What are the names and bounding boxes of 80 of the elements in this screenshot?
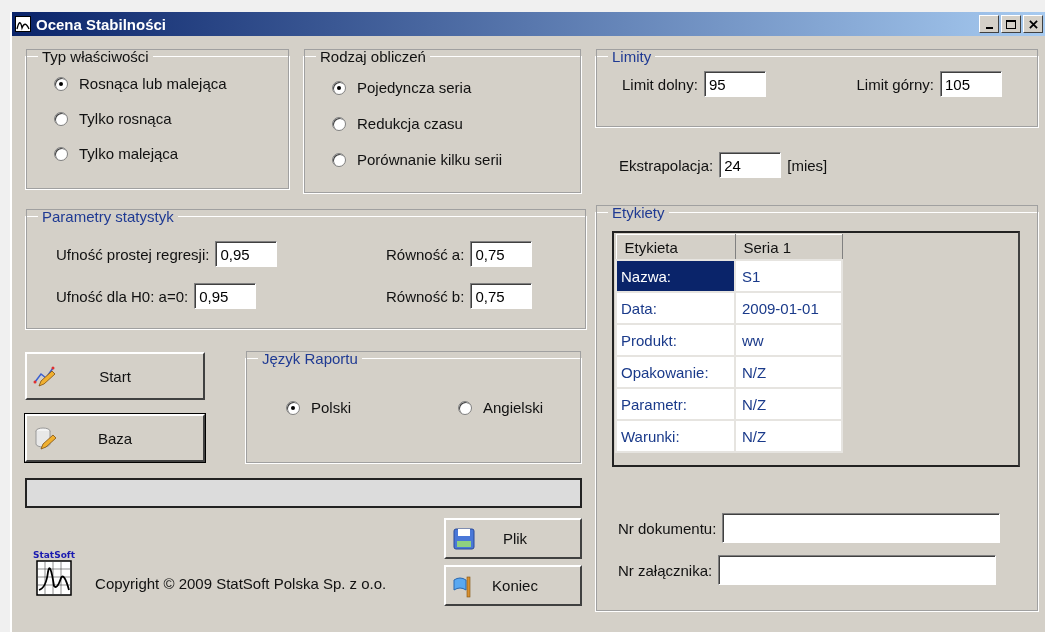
close-icon [1028,19,1038,29]
input-field[interactable]: 0,75 [470,241,533,267]
field-label: Równość b: [386,287,465,305]
radio-button[interactable] [54,76,68,91]
radio-option[interactable]: Redukcja czasu [332,115,581,132]
radio-label: Redukcja czasu [357,115,463,132]
field-label: Nr załącznika: [618,561,713,579]
radio-button[interactable] [54,111,68,126]
action-button[interactable]: Koniec [444,565,582,606]
column-header[interactable]: Etykieta [616,234,735,260]
table-cell[interactable]: 2009-01-01 [735,292,842,324]
input-field[interactable]: 24 [719,152,782,178]
group-title: Limity [611,48,653,65]
group-title: Etykiety [611,204,666,221]
radio-label: Porównanie kilku serii [357,151,503,168]
table-cell[interactable]: N/Z [735,388,842,420]
column-header[interactable]: Seria 1 [735,234,842,260]
input-field[interactable]: 0,75 [470,283,533,309]
group-title: Język Raportu [261,350,359,367]
radio-label: Polski [311,399,351,416]
table-cell[interactable]: Produkt: [616,324,735,356]
radio-button[interactable] [332,80,346,95]
field-label: Równość a: [386,245,465,263]
radio-button[interactable] [286,400,300,415]
table-cell[interactable]: N/Z [735,420,842,452]
radio-option[interactable]: Polski [286,399,351,416]
radio-option[interactable]: Pojedyncza seria [332,79,581,96]
table-cell[interactable]: Opakowanie: [616,356,735,388]
logo-text: StatSoft [33,550,76,560]
radio-label: Angielski [482,399,543,416]
radio-option[interactable]: Porównanie kilku serii [332,151,581,168]
input-field[interactable] [718,555,997,585]
radio-button[interactable] [332,116,346,131]
radio-option[interactable]: Rosnąca lub malejąca [54,75,289,92]
unit-label: [mies] [787,156,828,174]
radio-button[interactable] [457,400,472,415]
radio-label: Tylko rosnąca [79,110,172,127]
input-field[interactable] [722,513,1001,543]
field-label: Ekstrapolacja: [619,156,714,174]
action-button[interactable]: Start [25,352,205,400]
minimize-button[interactable] [979,15,999,33]
chart-grid-icon [36,560,72,596]
group-title: Rodzaj obliczeń [319,48,427,65]
maximize-button[interactable] [1001,15,1021,33]
copyright-text: Copyright © 2009 StatSoft Polska Sp. z o.o. [95,575,387,592]
table-cell[interactable]: S1 [735,260,842,292]
close-button[interactable] [1023,15,1043,33]
table-cell[interactable]: N/Z [735,356,842,388]
table-cell[interactable]: Parametr: [616,388,735,420]
radio-label: Tylko malejąca [79,145,179,162]
field-label: Ufność prostej regresji: [56,245,210,263]
table-cell[interactable]: Nazwa: [616,260,735,292]
field-label: Limit górny: [856,75,934,93]
radio-button[interactable] [54,146,68,161]
group-title: Typ właściwości [41,48,150,65]
input-field[interactable]: 105 [940,71,1002,97]
chart-icon [15,16,31,32]
action-button[interactable]: Baza [25,414,205,462]
database-pencil-icon [33,426,57,450]
radio-label: Rosnąca lub malejąca [79,75,227,92]
window-title: Ocena Stabilności [36,15,168,33]
group-title: Parametry statystyk [41,208,175,225]
radio-button[interactable] [332,152,346,167]
action-button[interactable]: Plik [444,518,582,559]
radio-option[interactable]: Angielski [457,399,543,416]
table-cell[interactable]: Warunki: [616,420,735,452]
field-label: Nr dokumentu: [618,519,717,537]
maximize-icon [1006,19,1016,29]
input-field[interactable]: 0,95 [215,241,278,267]
input-field[interactable]: 95 [703,71,766,97]
input-field[interactable]: 0,95 [194,283,257,309]
field-label: Ufność dla H0: a=0: [56,287,189,305]
radio-option[interactable]: Tylko rosnąca [54,110,289,127]
table-cell[interactable]: ww [735,324,842,356]
field-label: Limit dolny: [622,75,698,93]
table-cell[interactable]: Data: [616,292,735,324]
radio-label: Pojedyncza seria [357,79,472,96]
chart-pencil-icon [33,364,57,388]
radio-option[interactable]: Tylko malejąca [54,145,289,162]
minimize-icon [985,26,993,29]
